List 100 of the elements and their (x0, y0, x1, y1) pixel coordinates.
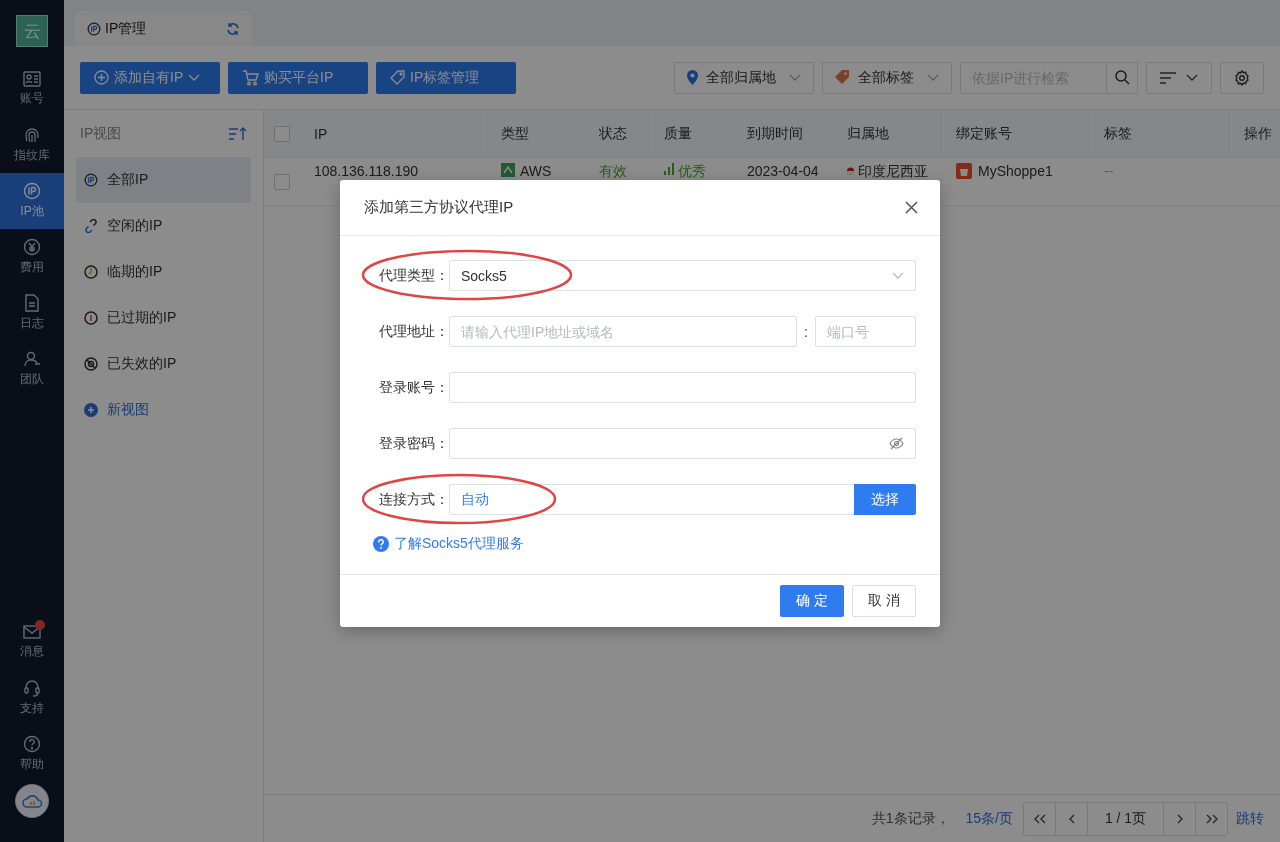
settings-icon (1234, 69, 1250, 86)
ip-icon (84, 173, 98, 187)
view-label: 临期的IP (107, 263, 163, 281)
toolbar-button[interactable]: 添加自有IP (80, 61, 220, 94)
column-header: 到期时间 (733, 110, 833, 157)
id-card-icon (23, 71, 41, 87)
field-label: 登录密码： (378, 434, 449, 453)
hidden-eye-icon[interactable] (889, 437, 904, 450)
plus-circle-icon (84, 403, 98, 417)
address-field[interactable]: 请输入代理IP地址或域名 (449, 316, 797, 347)
mail-icon (23, 624, 41, 640)
toolbar-button[interactable]: 购买平台IP (228, 61, 368, 94)
jump-link[interactable]: 跳转 (1236, 809, 1264, 828)
ip-icon (87, 21, 101, 36)
fingerprint-icon (23, 126, 41, 144)
plus-circle-icon (94, 70, 109, 85)
column-header: 绑定账号 (942, 110, 1090, 157)
pin-icon (687, 70, 698, 85)
table-cell-text: 2023-04-04 (746, 162, 820, 181)
view-item[interactable]: 全部IP (76, 157, 251, 203)
shop-icon (956, 163, 972, 179)
table-cell-text: -- (1103, 162, 1115, 181)
account-field[interactable] (449, 372, 916, 403)
nav-label: 费用 (20, 259, 44, 276)
sort-button[interactable] (1146, 61, 1212, 94)
chevron-right-icon (1176, 813, 1183, 824)
location-filter[interactable]: 全部归属地 (674, 61, 814, 94)
page-size-selector[interactable]: 15条/页 (965, 809, 1013, 828)
nav-item[interactable]: 费用 (0, 229, 64, 285)
caret-icon (789, 73, 801, 82)
close-icon[interactable] (905, 201, 918, 214)
nav-label: 账号 (20, 90, 44, 107)
sort-icon (1160, 71, 1176, 84)
panel-title: IP视图 (80, 124, 122, 143)
nav-label: IP池 (20, 203, 44, 220)
column-header: 归属地 (833, 110, 942, 157)
cancel-button[interactable]: 取 消 (852, 585, 916, 617)
password-field[interactable] (449, 428, 916, 459)
table-cell: MyShoppe1 (942, 158, 1090, 205)
field-label: 代理类型： (378, 266, 449, 285)
nav-item[interactable]: 账号 (0, 61, 64, 117)
nav-item[interactable]: 团队 (0, 341, 64, 397)
link-icon (84, 219, 98, 233)
sort-icon[interactable] (229, 126, 247, 141)
table-cell-text: 108.136.118.190 (313, 162, 420, 181)
nav-item[interactable]: 日志 (0, 285, 64, 341)
clock-icon (84, 265, 98, 279)
ip-icon (23, 182, 41, 200)
nav-label: 日志 (20, 315, 44, 332)
help-icon (373, 536, 389, 552)
column-header: 操作 (1230, 110, 1280, 157)
record-count: 共1条记录， (871, 809, 950, 828)
tag-icon (390, 70, 405, 85)
view-item[interactable]: 已过期的IP (76, 295, 251, 341)
column-header: 类型 (487, 110, 585, 157)
refresh-icon[interactable] (226, 21, 240, 36)
person-icon (23, 350, 41, 368)
help-link[interactable]: 了解Socks5代理服务 (373, 535, 916, 553)
headset-icon (23, 679, 41, 697)
nav-item[interactable]: 消息 (0, 614, 64, 670)
settings-button[interactable] (1220, 61, 1264, 94)
nav-label: 支持 (20, 700, 44, 717)
select-button[interactable]: 选择 (854, 484, 916, 515)
nav-item[interactable]: IP池 (0, 173, 64, 229)
yen-icon (23, 238, 41, 256)
caret-icon (1186, 73, 1198, 82)
document-icon (24, 294, 40, 312)
nav-label: 团队 (20, 371, 44, 388)
disabled-icon (84, 357, 98, 371)
port-field[interactable]: 端口号 (815, 316, 916, 347)
new-view-link[interactable]: 新视图 (76, 387, 251, 433)
nav-item[interactable]: 指纹库 (0, 117, 64, 173)
nav-label: 消息 (20, 643, 44, 660)
table-cell-text: 有效 (598, 162, 628, 181)
confirm-button[interactable]: 确 定 (780, 585, 844, 617)
proxy-type-select[interactable]: Socks5 (449, 260, 916, 291)
connection-field: 自动 (449, 484, 854, 515)
field-label: 代理地址： (378, 322, 449, 341)
page-tab[interactable]: IP管理 (75, 11, 252, 46)
tag-icon (835, 70, 850, 85)
row-checkbox[interactable] (274, 173, 290, 190)
view-item[interactable]: 空闲的IP (76, 203, 251, 249)
column-header: IP (300, 110, 487, 157)
select-all-checkbox[interactable] (273, 125, 290, 142)
nav-item[interactable]: 帮助 (0, 726, 64, 782)
caret-icon (188, 73, 201, 82)
help-icon (23, 735, 41, 753)
nav-item[interactable]: 支持 (0, 670, 64, 726)
nav-label: 帮助 (20, 756, 44, 773)
page-indicator: 1 / 1页 (1088, 802, 1164, 835)
toolbar-button[interactable]: IP标签管理 (376, 61, 516, 94)
caret-icon (927, 73, 939, 82)
view-item[interactable]: 已失效的IP (76, 341, 251, 387)
view-item[interactable]: 临期的IP (76, 249, 251, 295)
avatar[interactable] (15, 784, 49, 818)
search-button[interactable] (1107, 61, 1138, 94)
tab-label: IP管理 (105, 19, 147, 38)
field-label: 登录账号： (378, 378, 449, 397)
tag-filter[interactable]: 全部标签 (822, 61, 952, 94)
app-logo[interactable]: 云 (16, 15, 48, 47)
